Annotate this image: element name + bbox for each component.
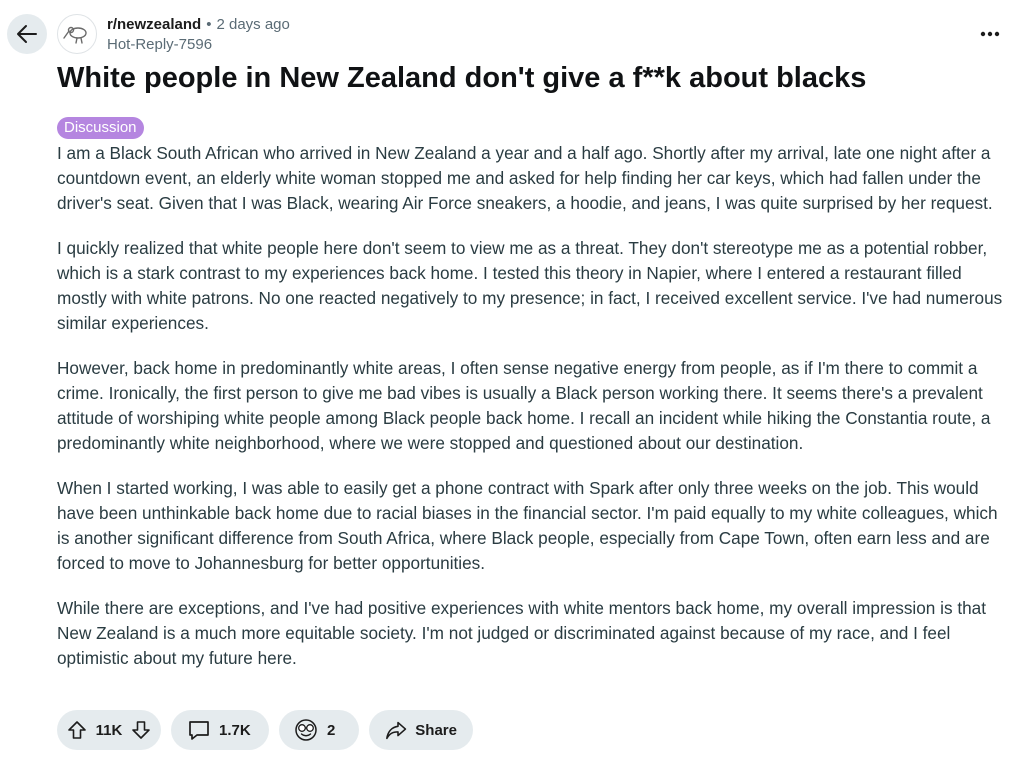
award-count: 2 <box>327 721 336 739</box>
post-page: r/newzealand • 2 days ago Hot-Reply-7596… <box>0 0 1009 757</box>
comments-button[interactable]: 1.7K <box>171 710 269 750</box>
speech-bubble-icon <box>189 721 209 740</box>
ellipsis-horizontal-icon <box>980 31 1000 37</box>
author-username[interactable]: Hot-Reply-7596 <box>107 35 290 54</box>
post-flair[interactable]: Discussion <box>57 117 144 139</box>
share-button[interactable]: Share <box>369 710 473 750</box>
award-button[interactable]: 2 <box>279 710 359 750</box>
post-paragraph: I quickly realized that white people her… <box>57 238 1003 333</box>
share-label: Share <box>415 721 457 739</box>
upvote-button[interactable] <box>61 714 93 746</box>
post-paragraph: When I started working, I was able to ea… <box>57 478 998 573</box>
back-button[interactable] <box>7 14 47 54</box>
more-options-button[interactable] <box>972 22 1008 46</box>
arrow-up-icon <box>68 721 86 739</box>
comment-count: 1.7K <box>219 721 251 739</box>
downvote-button[interactable] <box>125 714 157 746</box>
arrow-down-icon <box>132 721 150 739</box>
post-actions-bar: 11K 1.7K 2 Share <box>57 710 483 750</box>
post-paragraph: While there are exceptions, and I've had… <box>57 598 986 668</box>
post-paragraph: I am a Black South African who arrived i… <box>57 143 993 213</box>
vote-count: 11K <box>95 721 123 739</box>
subreddit-avatar[interactable] <box>57 14 97 54</box>
meta-separator: • <box>206 16 212 33</box>
post-time: 2 days ago <box>216 16 290 33</box>
post-body: I am a Black South African who arrived i… <box>57 141 1005 691</box>
kiwi-bird-icon <box>63 26 87 44</box>
vote-control: 11K <box>57 710 161 750</box>
arrow-left-icon <box>17 25 37 43</box>
share-arrow-icon <box>386 721 407 740</box>
award-face-icon <box>295 719 317 741</box>
post-meta: r/newzealand • 2 days ago Hot-Reply-7596 <box>107 15 290 54</box>
subreddit-link[interactable]: r/newzealand <box>107 15 201 34</box>
post-title[interactable]: White people in New Zealand don't give a… <box>57 58 997 98</box>
post-paragraph: However, back home in predominantly whit… <box>57 358 991 453</box>
